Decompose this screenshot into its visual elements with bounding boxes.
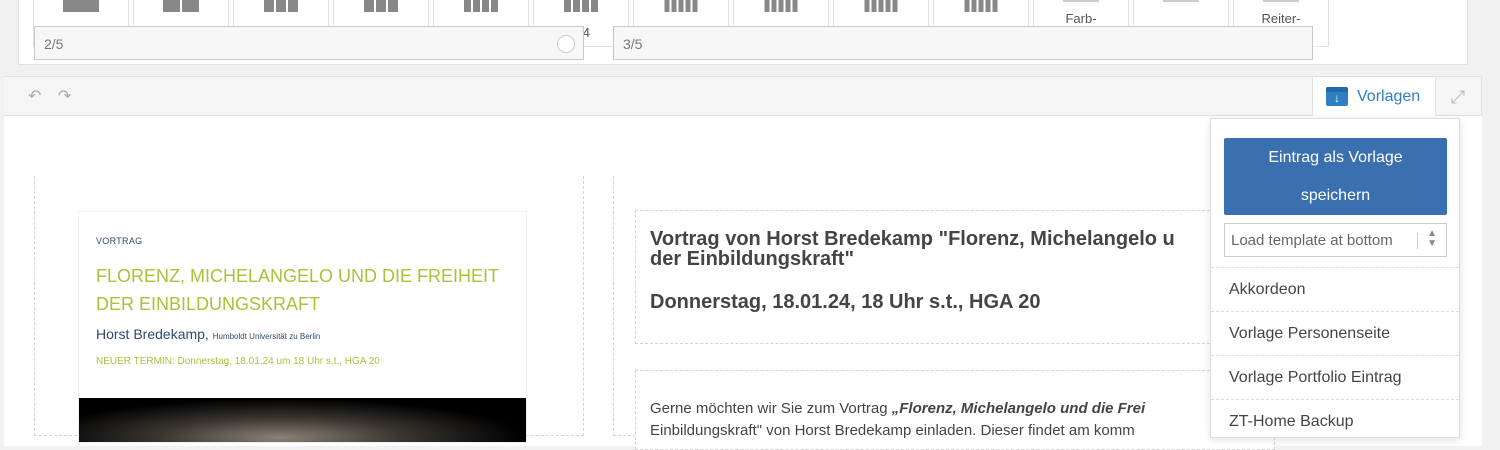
chevron-updown-icon: ▲ ▼ (1427, 228, 1437, 249)
template-list-item[interactable]: Akkordeon (1211, 267, 1459, 311)
section-layout-icon (1263, 0, 1299, 10)
save-as-template-button[interactable]: Eintrag als Vorlage speichern (1224, 138, 1447, 215)
heading-line-1: Vortrag von Horst Bredekamp "Florenz, Mi… (650, 228, 1175, 250)
column-header-right[interactable]: 3/5 (613, 26, 1313, 60)
poster-photo (79, 398, 526, 442)
template-list-item[interactable]: ZT-Home Backup (1211, 399, 1459, 443)
palette-item-label-line-1: Farb- (1065, 11, 1097, 26)
vorlagen-button[interactable]: Vorlagen (1312, 77, 1436, 117)
poster-affiliation: Humboldt Universität zu Berlin (212, 332, 321, 341)
template-list-item[interactable]: Vorlage Personenseite (1211, 311, 1459, 355)
poster-author: Horst Bredekamp, Humboldt Universität zu… (96, 326, 320, 342)
body-paragraph-line-1: Gerne möchten wir Sie zum Vortrag „Flore… (650, 397, 1145, 421)
vorlagen-label: Vorlagen (1357, 88, 1421, 105)
fullscreen-icon[interactable]: ⤢ (1448, 87, 1468, 107)
column-layout-icon (664, 0, 698, 12)
template-list-item[interactable]: Vorlage Portfolio Eintrag (1211, 355, 1459, 399)
column-layout-icon (264, 0, 298, 12)
section-layout-icon (1063, 0, 1099, 10)
body-paragraph-line-2: Einbildungskraft" von Horst Bredekamp ei… (650, 422, 1135, 439)
heading-line-2: der Einbildungskraft" (650, 248, 854, 270)
heading-text-block[interactable]: Vortrag von Horst Bredekamp "Florenz, Mi… (635, 210, 1275, 344)
undo-icon[interactable]: ↶ (28, 88, 46, 106)
column-size-label: 2/5 (44, 36, 64, 52)
load-template-select[interactable]: Load template at bottom ▲ ▼ (1224, 223, 1447, 257)
body-text-block[interactable]: Gerne möchten wir Sie zum Vortrag „Flore… (635, 370, 1275, 450)
column-layout-icon (964, 0, 998, 12)
event-poster-image[interactable]: VORTRAG FLORENZ, MICHELANGELO UND DIE FR… (79, 212, 526, 442)
body-italic-title: „Florenz, Michelangelo und die Frei (891, 400, 1146, 417)
column-layout-icon (163, 0, 199, 12)
poster-title: FLORENZ, MICHELANGELO UND DIE FREIHEIT D… (96, 266, 499, 314)
load-template-placeholder: Load template at bottom (1231, 232, 1393, 249)
select-separator (1417, 233, 1418, 249)
body-prefix: Gerne möchten wir Sie zum Vortrag (650, 400, 892, 417)
template-box-icon (1326, 87, 1348, 106)
palette-item-label-line-1: Reiter- (1261, 11, 1301, 26)
column-toggle-icon[interactable] (557, 35, 575, 53)
save-button-line-1: Eintrag als Vorlage (1268, 149, 1403, 166)
save-button-line-2: speichern (1300, 187, 1371, 204)
column-layout-icon (764, 0, 798, 12)
column-layout-icon (364, 0, 398, 12)
builder-toolbar: ↶ ↷ Vorlagen ⤢ (4, 76, 1482, 117)
poster-kicker: VORTRAG (96, 236, 143, 246)
section-layout-icon (1163, 0, 1199, 10)
heading-date: Donnerstag, 18.01.24, 18 Uhr s.t., HGA 2… (650, 291, 1041, 313)
redo-icon[interactable]: ↷ (58, 88, 76, 106)
column-layout-icon (564, 0, 598, 12)
column-layout-icon (63, 0, 99, 12)
column-header-left[interactable]: 2/5 (34, 26, 584, 60)
templates-dropdown: Eintrag als Vorlage speichern Load templ… (1210, 118, 1460, 438)
column-layout-icon (464, 0, 498, 12)
column-layout-icon (864, 0, 898, 12)
poster-author-name: Horst Bredekamp, (96, 326, 209, 342)
column-size-label: 3/5 (623, 36, 643, 52)
poster-date: NEUER TERMIN: Donnerstag, 18.01.24 um 18… (96, 356, 380, 367)
